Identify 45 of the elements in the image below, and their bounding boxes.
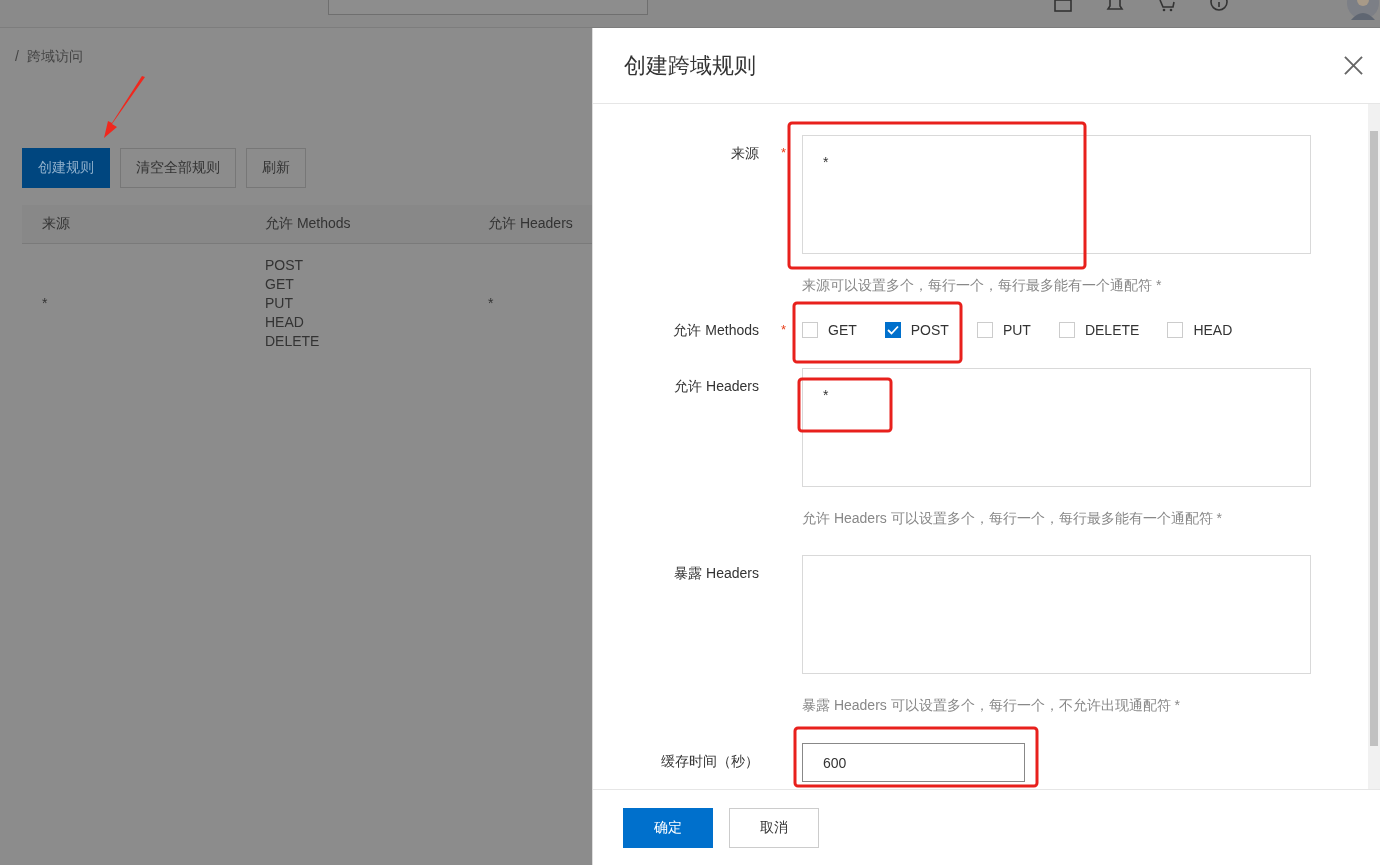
bell-icon[interactable] bbox=[1106, 0, 1124, 12]
table-cell: GET bbox=[265, 275, 294, 294]
breadcrumb-separator: / bbox=[15, 48, 19, 66]
help-text: 允许 Headers 可以设置多个，每行一个，每行最多能有一个通配符 * bbox=[802, 510, 1224, 528]
text-area[interactable]: * bbox=[802, 135, 1311, 254]
info-icon[interactable] bbox=[1210, 0, 1228, 12]
close-icon[interactable] bbox=[1344, 56, 1363, 75]
toolbar-button[interactable]: 刷新 bbox=[246, 148, 306, 188]
annotation-arrow bbox=[104, 76, 145, 138]
field-label: 允许 Headers bbox=[674, 378, 759, 396]
panel-title: 创建跨域规则 bbox=[624, 51, 756, 80]
field-label: 来源 bbox=[731, 145, 759, 163]
required-mark: * bbox=[781, 322, 786, 337]
checkbox-label[interactable]: GET bbox=[828, 322, 857, 338]
scrollbar[interactable] bbox=[1368, 104, 1380, 789]
checkbox-label[interactable]: DELETE bbox=[1084, 322, 1140, 338]
confirm-button[interactable]: 确定 bbox=[623, 807, 713, 848]
help-text: 暴露 Headers 可以设置多个，每行一个，不允许出现通配符 * bbox=[802, 697, 1182, 715]
column-header: 允许 Headers bbox=[488, 215, 574, 233]
text-area[interactable] bbox=[802, 555, 1311, 674]
toolbar-button[interactable]: 清空全部规则 bbox=[120, 148, 236, 188]
column-header: 来源 bbox=[42, 215, 71, 233]
help-text: 来源可以设置多个，每行一个，每行最多能有一个通配符 * bbox=[802, 277, 1163, 295]
table-cell: * bbox=[488, 294, 494, 313]
avatar[interactable] bbox=[1346, 0, 1380, 20]
cancel-button[interactable]: 取消 bbox=[729, 807, 819, 848]
checkbox-label[interactable]: HEAD bbox=[1193, 322, 1233, 338]
field-label: 允许 Methods bbox=[673, 322, 759, 340]
field-label: 缓存时间（秒） bbox=[661, 753, 759, 771]
field-label: 暴露 Headers bbox=[674, 565, 759, 583]
required-mark: * bbox=[781, 145, 786, 160]
table-cell: POST bbox=[265, 256, 304, 275]
table-cell: PUT bbox=[265, 294, 293, 313]
text-area[interactable]: * bbox=[802, 368, 1311, 487]
input-field[interactable]: 600 bbox=[802, 743, 1025, 782]
cart-icon[interactable] bbox=[1158, 0, 1176, 12]
checkbox-label[interactable]: PUT bbox=[1002, 322, 1031, 338]
table-cell: DELETE bbox=[265, 332, 320, 351]
create-rule-button[interactable]: 创建规则 bbox=[22, 148, 110, 188]
table-cell: * bbox=[42, 294, 48, 313]
checkbox-label[interactable]: POST bbox=[910, 322, 949, 338]
column-header: 允许 Methods bbox=[265, 215, 352, 233]
checkbox[interactable] bbox=[884, 322, 901, 338]
table-cell: HEAD bbox=[265, 313, 304, 332]
monitor-icon[interactable] bbox=[1054, 0, 1072, 12]
